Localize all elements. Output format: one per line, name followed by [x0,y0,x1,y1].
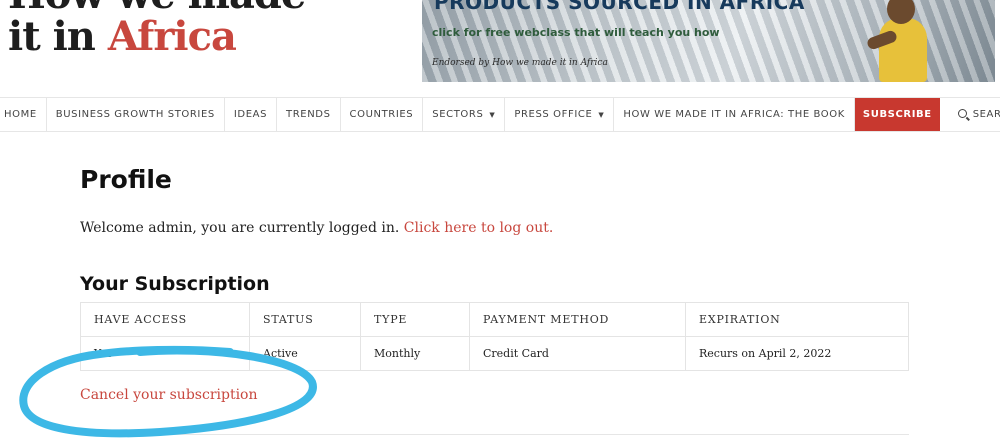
cancel-subscription-link[interactable]: Cancel your subscription [80,387,258,403]
nav-countries[interactable]: COUNTRIES [341,98,424,131]
banner-ad[interactable]: PRODUCTS SOURCED IN AFRICA click for fre… [422,0,995,82]
banner-person-image [839,0,959,82]
subscription-table: HAVE ACCESS STATUS TYPE PAYMENT METHOD E… [80,302,909,371]
logo-accent: Africa [107,13,237,60]
nav-sectors-label: SECTORS [432,109,484,120]
cell-status: Active [249,336,361,371]
logo-line-2-prefix: it in [8,13,108,60]
nav-the-book-label: HOW WE MADE IT IN AFRICA: THE BOOK [623,109,845,120]
banner-endorsement: Endorsed by How we made it in Africa [432,58,608,68]
nav-ideas-label: IDEAS [233,109,268,120]
nav-press-office[interactable]: PRESS OFFICE ▼ [505,98,615,131]
main-nav: HOME BUSINESS GROWTH STORIES IDEAS TREND… [0,97,1000,132]
cell-payment-method: Credit Card [469,336,686,371]
logo-line-2: it in Africa [8,16,305,58]
subscription-heading: Your Subscription [80,273,270,295]
column-header-expiration: EXPIRATION [685,302,909,337]
page-title: Profile [80,165,172,194]
welcome-message: Welcome admin, you are currently logged … [80,220,553,236]
nav-trends-label: TRENDS [286,109,331,120]
cell-type: Monthly [360,336,470,371]
content-divider [80,434,909,435]
column-header-have-access: HAVE ACCESS [80,302,250,337]
nav-countries-label: COUNTRIES [349,109,414,120]
nav-ideas[interactable]: IDEAS [225,98,278,131]
nav-home-label: HOME [4,109,37,120]
column-header-type: TYPE [360,302,470,337]
search-label: SEARCH [972,109,1000,120]
column-header-payment-method: PAYMENT METHOD [469,302,686,337]
nav-business-growth-stories[interactable]: BUSINESS GROWTH STORIES [47,98,225,131]
nav-sectors[interactable]: SECTORS ▼ [423,98,506,131]
subscribe-button[interactable]: SUBSCRIBE [854,98,940,131]
subscribe-label: SUBSCRIBE [862,109,932,120]
nav-the-book[interactable]: HOW WE MADE IT IN AFRICA: THE BOOK [614,98,855,131]
banner-headline: PRODUCTS SOURCED IN AFRICA [434,0,805,14]
table-row: Yes Active Monthly Credit Card Recurs on… [80,336,909,371]
banner-subtext: click for free webclass that will teach … [432,26,720,39]
nav-trends[interactable]: TRENDS [277,98,341,131]
welcome-text: Welcome admin, you are currently logged … [80,220,404,236]
column-header-status: STATUS [249,302,361,337]
table-header-row: HAVE ACCESS STATUS TYPE PAYMENT METHOD E… [80,302,909,337]
search-icon [957,109,967,118]
site-logo[interactable]: How we made it in Africa [8,0,306,58]
nav-business-growth-stories-label: BUSINESS GROWTH STORIES [55,109,215,120]
chevron-down-icon: ▼ [489,110,496,119]
nav-press-office-label: PRESS OFFICE [514,109,593,120]
logout-link[interactable]: Click here to log out. [404,220,554,236]
cell-have-access: Yes [80,336,250,371]
person-body [879,18,927,82]
nav-home[interactable]: HOME [0,98,47,131]
cell-expiration: Recurs on April 2, 2022 [685,336,909,371]
chevron-down-icon: ▼ [598,110,605,119]
search-button[interactable]: SEARCH [940,98,1000,131]
